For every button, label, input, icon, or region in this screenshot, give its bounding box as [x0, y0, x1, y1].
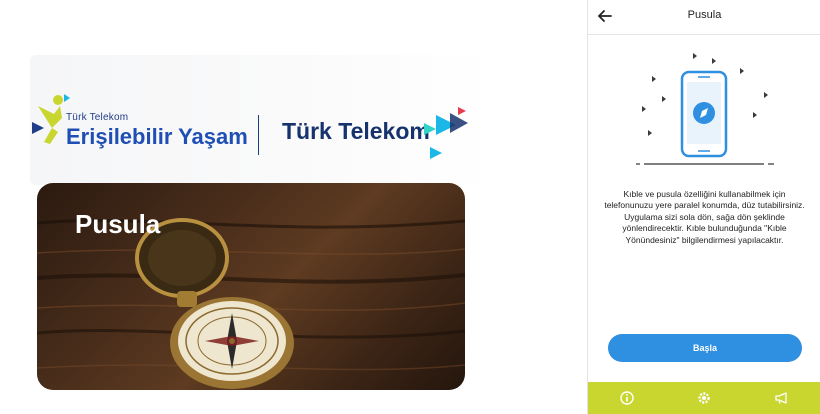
- phone-screen: Pusula Kıble ve pusula özelliğini kullan…: [587, 0, 820, 414]
- erisilebilir-yasam-logo: Türk Telekom Erişilebilir Yaşam: [30, 92, 270, 162]
- instruction-text: Kıble ve pusula özelliğini kullanabilmek…: [604, 188, 805, 245]
- info-button[interactable]: [613, 384, 641, 412]
- accessibility-figure-icon: [32, 94, 70, 144]
- phone-compass-illustration: [636, 53, 774, 165]
- settings-button[interactable]: [690, 384, 718, 412]
- brand-divider: [258, 115, 259, 155]
- page-title: Pusula: [687, 9, 722, 21]
- start-button[interactable]: Başla: [608, 334, 802, 362]
- promo-panel: Türk Telekom Erişilebilir Yaşam Türk Tel…: [0, 0, 520, 414]
- bottom-toolbar: [588, 382, 820, 414]
- brand-main-text: Erişilebilir Yaşam: [66, 124, 248, 149]
- card-title: Pusula: [75, 209, 161, 239]
- settings-icon: [698, 392, 711, 404]
- pusula-feature-card[interactable]: Pusula: [37, 183, 465, 390]
- turk-telekom-arrows-icon: [424, 107, 468, 159]
- megaphone-icon: [775, 392, 787, 404]
- info-icon: [620, 391, 634, 405]
- phone-header: Pusula: [588, 0, 820, 35]
- announce-button[interactable]: [768, 384, 796, 412]
- brand-small-text: Türk Telekom: [66, 112, 129, 123]
